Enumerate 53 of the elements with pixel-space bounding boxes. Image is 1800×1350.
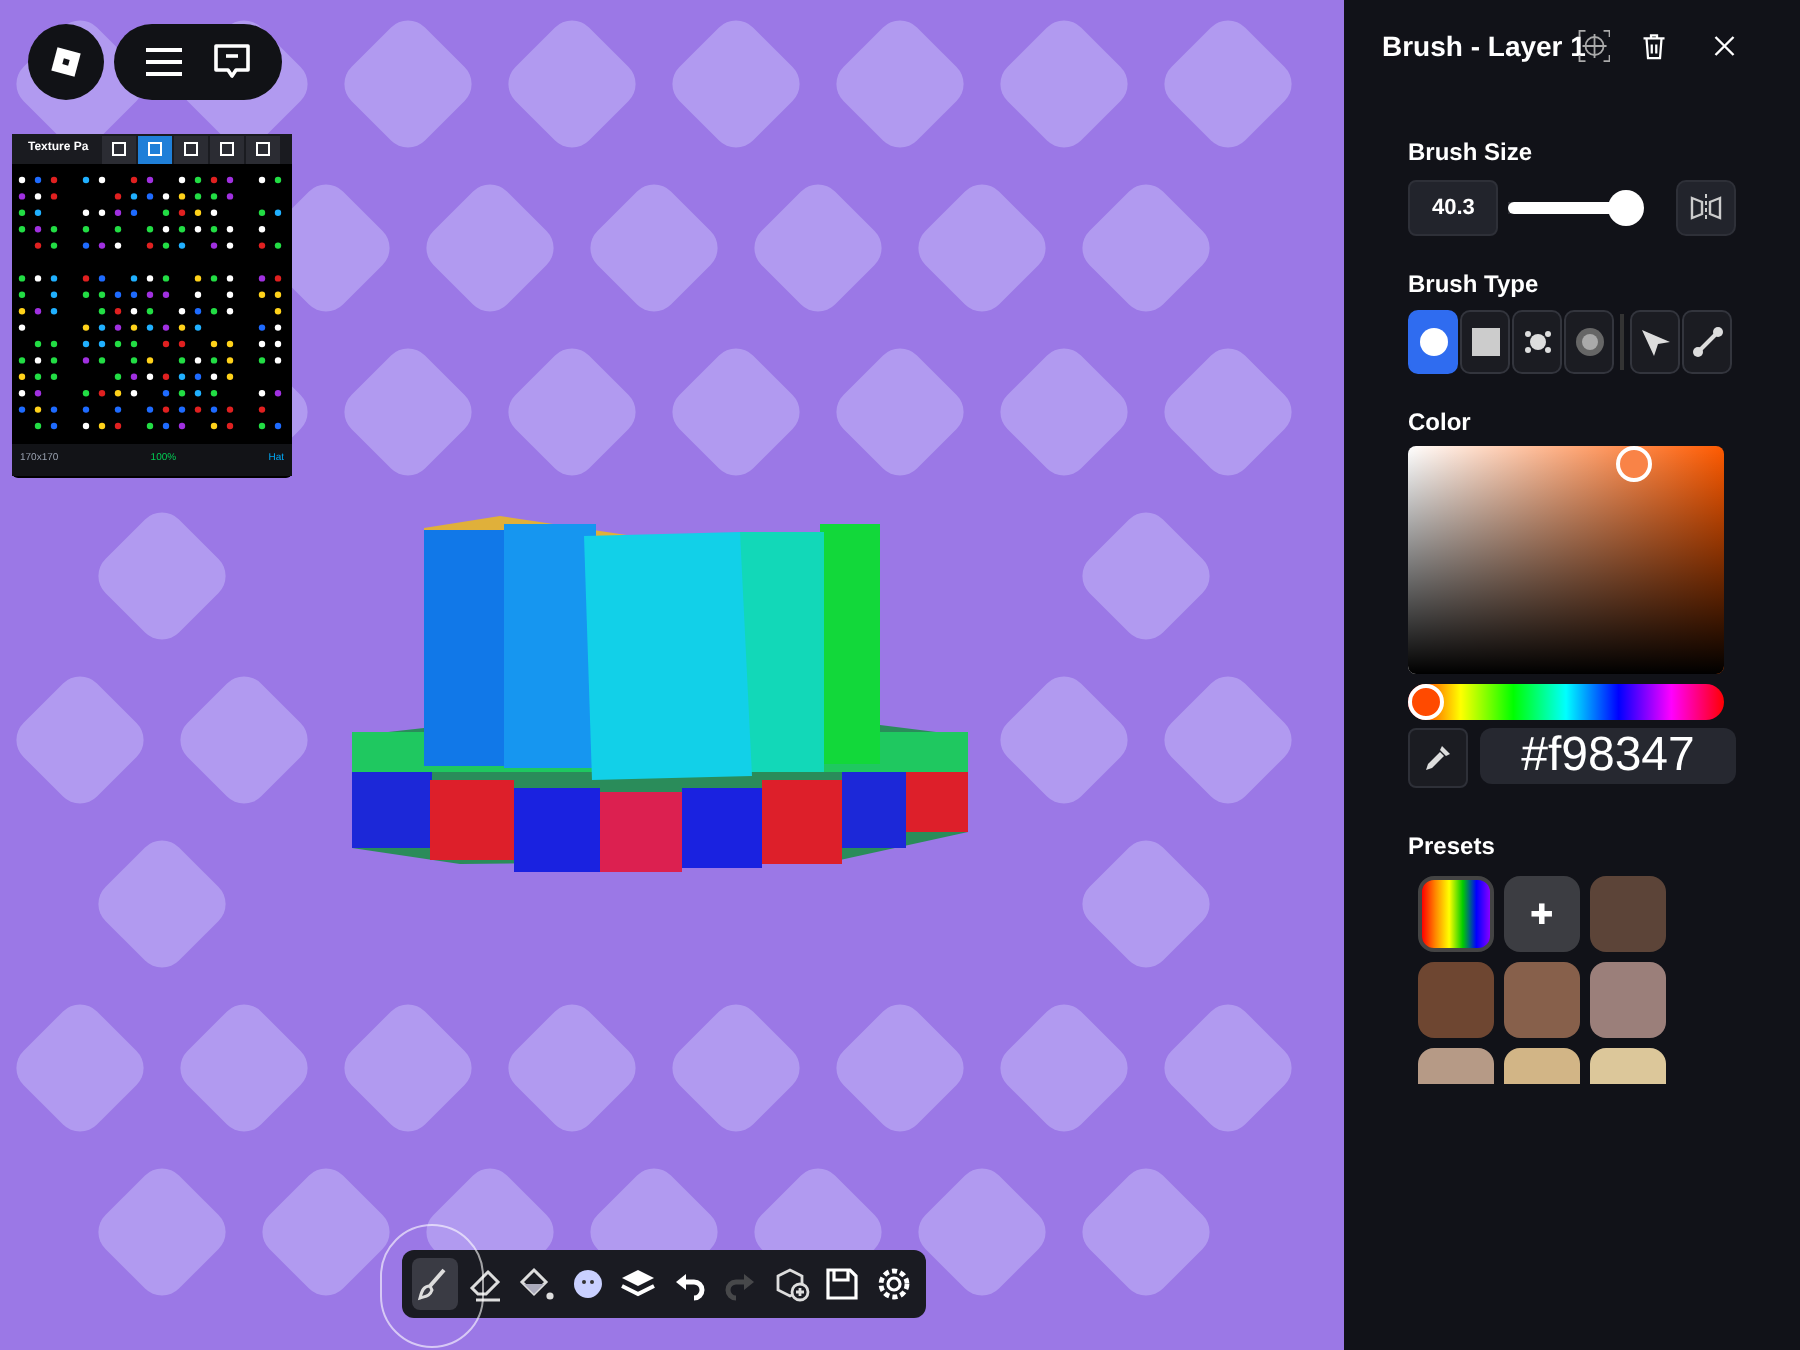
brush-type-button[interactable] bbox=[1630, 310, 1680, 374]
pen-nib-icon bbox=[1639, 326, 1671, 358]
brush-type-button[interactable] bbox=[1408, 310, 1458, 374]
sticker-icon bbox=[569, 1266, 606, 1302]
slider-thumb[interactable] bbox=[1608, 190, 1645, 226]
presets-label: Presets bbox=[1408, 830, 1497, 864]
save-icon bbox=[824, 1266, 861, 1302]
menu-icon[interactable] bbox=[144, 46, 184, 78]
brush-type-button[interactable] bbox=[1564, 310, 1614, 374]
texture-tab[interactable] bbox=[210, 135, 244, 163]
trash-icon[interactable] bbox=[1642, 28, 1667, 64]
rainbow-swatch[interactable] bbox=[1418, 876, 1494, 952]
brush-type-button[interactable] bbox=[1460, 310, 1510, 374]
chat-icon[interactable] bbox=[212, 42, 252, 82]
line-icon bbox=[1691, 326, 1723, 358]
brush-type-button[interactable] bbox=[1512, 310, 1562, 374]
hex-input[interactable]: #f98347 bbox=[1480, 728, 1736, 784]
soft-circle-icon bbox=[1573, 326, 1605, 358]
brush-size-input[interactable]: 40.3 bbox=[1408, 180, 1499, 236]
brush-size-label: Brush Size bbox=[1408, 136, 1535, 170]
color-swatch[interactable] bbox=[1590, 962, 1666, 1038]
mirror-button[interactable] bbox=[1676, 180, 1736, 236]
color-swatch[interactable] bbox=[1590, 876, 1666, 952]
color-swatch[interactable] bbox=[1504, 962, 1580, 1038]
paint-bucket-icon bbox=[518, 1266, 555, 1302]
tool-button[interactable] bbox=[412, 1258, 457, 1310]
texture-tab[interactable] bbox=[246, 135, 280, 163]
circle-icon bbox=[1417, 326, 1449, 358]
brush-type-label: Brush Type bbox=[1408, 268, 1541, 302]
color-swatch[interactable] bbox=[1418, 962, 1494, 1038]
hue-thumb[interactable] bbox=[1408, 684, 1444, 720]
layers-icon bbox=[620, 1266, 657, 1302]
texture-tab[interactable] bbox=[138, 135, 172, 163]
saturation-picker[interactable] bbox=[1408, 446, 1724, 674]
mirror-icon bbox=[1690, 194, 1723, 222]
cube-plus-icon bbox=[773, 1266, 810, 1302]
highlight-ring bbox=[380, 1224, 484, 1348]
color-label: Color bbox=[1408, 406, 1473, 440]
eraser-icon bbox=[467, 1266, 504, 1302]
panel-title: Brush - Layer 1 bbox=[1382, 27, 1586, 66]
settings-icon bbox=[875, 1266, 912, 1302]
color-handle[interactable] bbox=[1616, 446, 1652, 482]
eyedropper-button[interactable] bbox=[1408, 728, 1468, 788]
close-icon[interactable] bbox=[1714, 32, 1736, 60]
brush-type-button[interactable] bbox=[1682, 310, 1732, 374]
texture-tab[interactable] bbox=[102, 135, 136, 163]
square-icon bbox=[1469, 326, 1501, 358]
splatter-icon bbox=[1521, 326, 1553, 358]
logo-icon bbox=[50, 46, 82, 78]
hue-slider[interactable] bbox=[1408, 684, 1724, 720]
add-preset-button[interactable]: ✚ bbox=[1504, 876, 1580, 952]
texture-tab[interactable] bbox=[174, 135, 208, 163]
eyedropper-icon bbox=[1422, 742, 1454, 774]
